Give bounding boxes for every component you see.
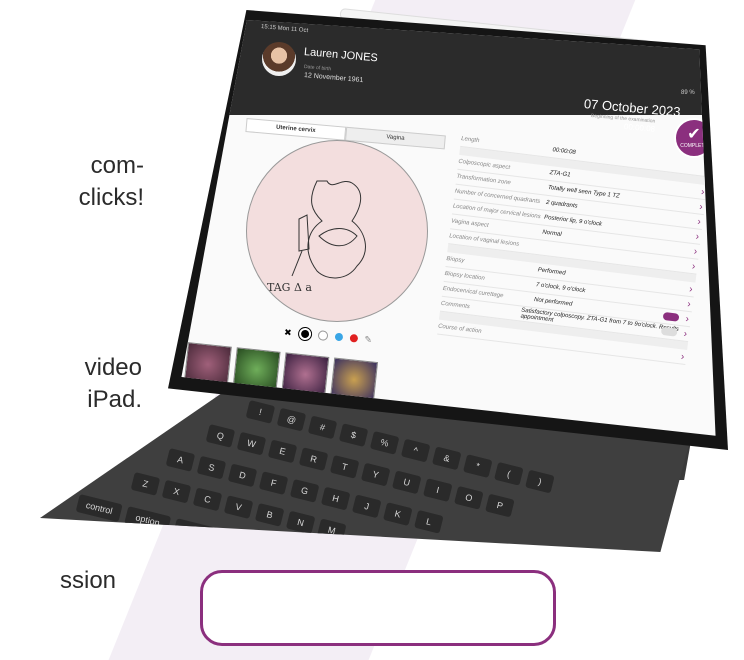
color-white[interactable]: [317, 330, 328, 341]
app-header: 15:15 Mon 11 Oct 89 % Lauren JONES Date …: [181, 20, 716, 134]
keyboard-key[interactable]: O: [454, 485, 484, 510]
marketing-line: video: [84, 354, 142, 381]
drawing-annotation: TAG Δ a: [267, 281, 312, 294]
chevron-right-icon: ›: [700, 186, 706, 198]
keyboard-key[interactable]: ^: [400, 438, 431, 463]
keyboard-key[interactable]: D: [227, 463, 258, 488]
drawing-tools: ✖ ✎: [284, 326, 373, 346]
status-time: 15:15 Mon 11 Oct: [260, 24, 309, 35]
keyboard-key[interactable]: (: [494, 461, 524, 486]
marketing-line: iPad.: [87, 386, 142, 413]
keyboard-key[interactable]: K: [382, 502, 413, 526]
keyboard-key[interactable]: Q: [205, 424, 236, 448]
form-row-value: 7 o'clock, 9 o'clock: [535, 282, 586, 295]
keyboard-key[interactable]: F: [258, 471, 289, 495]
keyboard-key[interactable]: control: [75, 494, 123, 523]
marketing-line: clicks!: [78, 184, 144, 211]
patient-avatar: [262, 42, 296, 76]
keyboard-key[interactable]: P: [485, 493, 515, 518]
keyboard-key[interactable]: T: [329, 454, 360, 479]
chevron-right-icon: ›: [691, 260, 697, 272]
chevron-right-icon: ›: [698, 201, 704, 213]
form-row-value: Not performed: [533, 297, 573, 308]
marketing-text-1: com- clicks!: [60, 150, 144, 214]
chevron-right-icon: ›: [680, 350, 685, 363]
eraser-icon[interactable]: ✖: [284, 327, 292, 339]
dob-label: Date of birth: [303, 64, 332, 73]
marketing-text-2: video iPad.: [60, 352, 142, 416]
chevron-right-icon: ›: [695, 230, 700, 243]
keyboard-key[interactable]: %: [369, 430, 400, 455]
ipad-screen: 15:15 Mon 11 Oct 89 % Lauren JONES Date …: [181, 20, 716, 436]
cervix-drawing-canvas[interactable]: TAG Δ a: [246, 140, 428, 322]
patient-dob: 12 November 1961: [303, 72, 364, 85]
patient-name: Lauren JONES: [303, 46, 379, 65]
keyboard-key[interactable]: X: [161, 479, 192, 504]
chevron-right-icon: ›: [693, 245, 698, 258]
keyboard-key[interactable]: A: [165, 448, 196, 472]
chevron-right-icon: ›: [688, 283, 694, 295]
form-row-value: Performed: [537, 267, 566, 277]
battery-level: 89 %: [681, 90, 695, 96]
color-black[interactable]: [297, 326, 313, 342]
keyboard-key[interactable]: #: [307, 415, 338, 440]
keyboard-key[interactable]: @: [276, 407, 307, 432]
keyboard-key[interactable]: V: [223, 495, 254, 519]
keyboard-key[interactable]: &: [431, 446, 462, 471]
form-row-value: ZTA-G1: [549, 170, 571, 179]
brush-icon[interactable]: ✎: [364, 334, 372, 346]
toggle-switch[interactable]: [662, 311, 680, 322]
check-icon: ✔: [687, 126, 701, 143]
keyboard-key[interactable]: R: [298, 447, 329, 471]
keyboard-key[interactable]: S: [196, 455, 227, 480]
keyboard-key[interactable]: L: [414, 509, 444, 534]
keyboard-key[interactable]: J: [351, 494, 382, 519]
length-value: 00:00:08: [552, 147, 577, 156]
keyboard-key[interactable]: E: [267, 439, 298, 464]
keyboard-key[interactable]: N: [285, 510, 316, 535]
keyboard-key[interactable]: I: [422, 478, 453, 502]
marketing-line: ssion: [60, 567, 117, 594]
marketing-line: com-: [90, 152, 144, 179]
form-row-value: 2 quadrants: [545, 199, 578, 210]
keyboard-key[interactable]: Y: [360, 462, 391, 487]
keyboard-key[interactable]: G: [289, 478, 320, 503]
chevron-right-icon: ›: [684, 313, 690, 325]
keyboard-key[interactable]: ): [525, 469, 555, 494]
keyboard-key[interactable]: W: [236, 431, 267, 456]
keyboard-key[interactable]: B: [254, 502, 285, 527]
keyboard-key[interactable]: C: [192, 487, 223, 512]
keyboard-key[interactable]: !: [245, 400, 276, 424]
tab-uterine-cervix[interactable]: Uterine cervix: [245, 118, 347, 141]
cervix-sketch: TAG Δ a: [267, 180, 366, 294]
keyboard-key[interactable]: $: [338, 423, 369, 447]
keyboard-key[interactable]: *: [462, 454, 493, 478]
keyboard-key[interactable]: U: [391, 470, 422, 495]
keyboard-key[interactable]: H: [320, 486, 351, 511]
form-row-value: Normal: [541, 229, 562, 238]
exam-form: Length 00:00:08 Colposcopic aspect ZTA-G1…: [437, 132, 711, 365]
cta-button[interactable]: [200, 570, 556, 646]
exam-timer: 00:00:08: [623, 122, 656, 134]
chevron-right-icon: ›: [696, 215, 702, 228]
color-blue[interactable]: [334, 332, 343, 342]
marketing-text-3: ssion: [60, 565, 117, 597]
keyboard-key[interactable]: Z: [130, 472, 161, 496]
chevron-right-icon: ›: [686, 298, 692, 310]
color-red[interactable]: [349, 333, 358, 343]
